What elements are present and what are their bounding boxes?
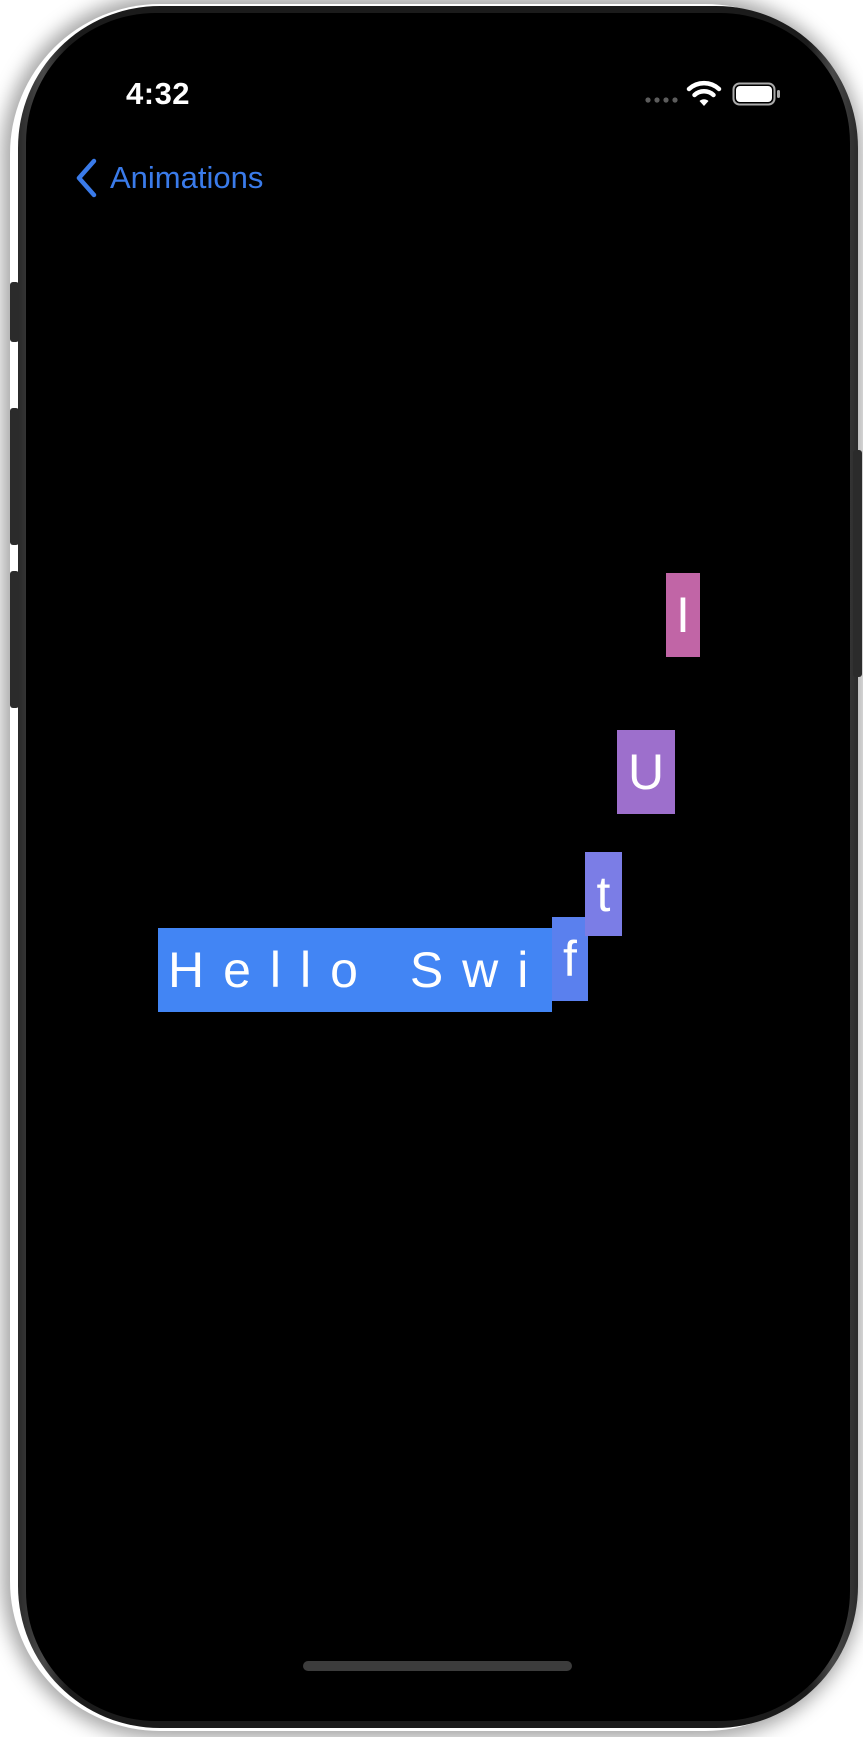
animated-letter-i: I (666, 573, 700, 657)
cellular-signal-icon (645, 97, 678, 103)
silent-switch (10, 282, 19, 342)
battery-icon (732, 82, 780, 106)
home-indicator[interactable] (303, 1661, 572, 1671)
status-time: 4:32 (126, 76, 191, 111)
back-button[interactable]: Animations (74, 158, 263, 198)
volume-up-button (10, 408, 19, 545)
animated-letter-f: f (552, 917, 588, 1001)
wifi-icon (686, 80, 722, 106)
animated-text-hello-swi: Hello Swi (158, 928, 552, 1012)
status-icons (644, 80, 782, 108)
back-button-label: Animations (110, 160, 264, 195)
volume-down-button (10, 571, 19, 708)
chevron-left-icon (76, 158, 97, 198)
screen: 4:32 Animations Hello Swi f t U I (26, 13, 850, 1721)
power-button (853, 450, 862, 677)
animated-letter-u: U (617, 730, 675, 814)
animated-letter-t: t (585, 852, 622, 936)
